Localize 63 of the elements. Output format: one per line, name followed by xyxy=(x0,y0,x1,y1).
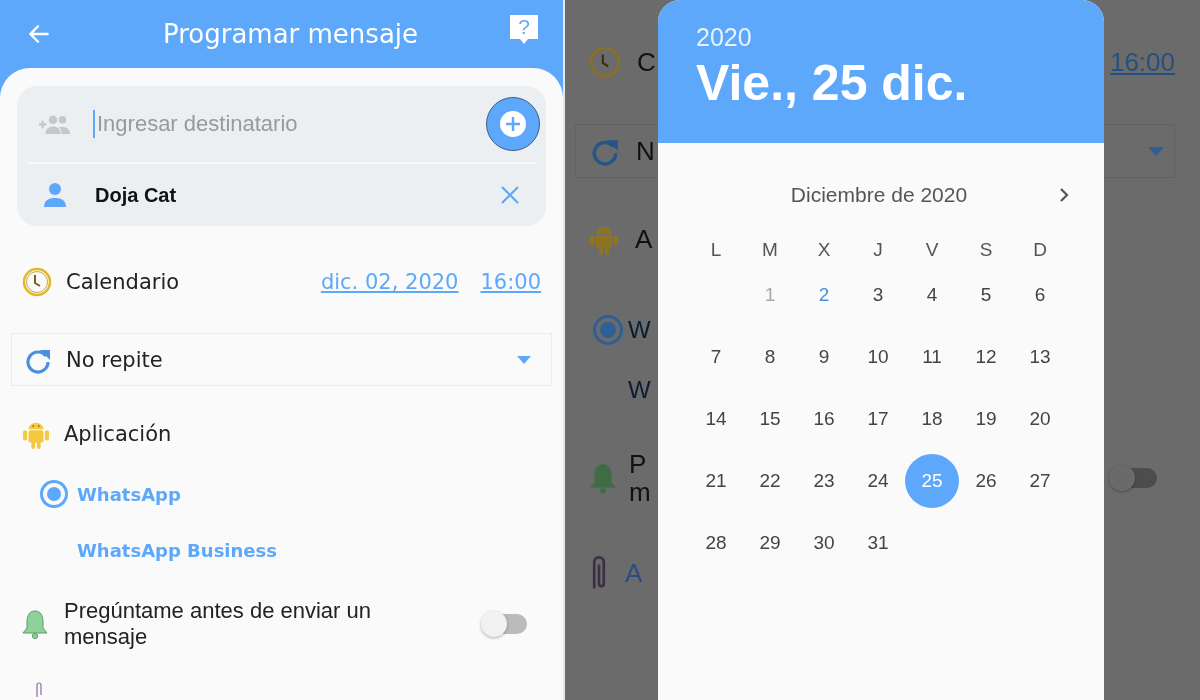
calendar-day[interactable]: 6 xyxy=(1013,268,1067,322)
add-recipient-button[interactable] xyxy=(486,97,540,151)
calendar-day[interactable]: 24 xyxy=(851,454,905,508)
calendar-day[interactable]: 16 xyxy=(797,392,851,446)
calendar-day[interactable]: 29 xyxy=(743,516,797,570)
confirm-label: Pregúntame antes de enviar un mensaje xyxy=(64,598,372,650)
calendar-day[interactable]: 26 xyxy=(959,454,1013,508)
calendar-day[interactable]: 8 xyxy=(743,330,797,384)
calendar-day[interactable]: 31 xyxy=(851,516,905,570)
weekday-label: L xyxy=(709,238,723,262)
caret-icon xyxy=(517,355,531,364)
calendar-day[interactable]: 12 xyxy=(959,330,1013,384)
next-month-icon[interactable] xyxy=(1059,187,1069,203)
plus-icon xyxy=(498,109,528,139)
calendar-day[interactable]: 3 xyxy=(851,268,905,322)
clock-icon xyxy=(589,46,621,78)
radio-button[interactable] xyxy=(593,315,623,345)
radio-button[interactable] xyxy=(40,480,68,508)
recipient-field[interactable]: Ingresar destinatario xyxy=(93,110,486,138)
repeat-dropdown[interactable]: No repite xyxy=(11,333,552,386)
weekday-label: D xyxy=(1032,238,1048,262)
bell-icon xyxy=(22,609,48,639)
calendar-day[interactable]: 20 xyxy=(1013,392,1067,446)
calendar-day[interactable]: 23 xyxy=(797,454,851,508)
calendar-day[interactable]: 27 xyxy=(1013,454,1067,508)
calendar-day[interactable]: 7 xyxy=(689,330,743,384)
calendar-day[interactable]: 11 xyxy=(905,330,959,384)
app-label: A xyxy=(635,223,653,255)
calendar-day[interactable]: 21 xyxy=(689,454,743,508)
screen-title: Programar mensaje xyxy=(161,19,420,49)
calendar-day[interactable]: 30 xyxy=(797,516,851,570)
weekday-label: J xyxy=(872,238,884,262)
weekday-label: X xyxy=(816,238,832,262)
month-title: Diciembre de 2020 xyxy=(790,183,968,207)
app-label: Aplicación xyxy=(64,422,173,446)
calendar-day[interactable]: 19 xyxy=(959,392,1013,446)
calendar-day[interactable]: 9 xyxy=(797,330,851,384)
person-icon xyxy=(43,182,67,208)
calendar-label: Calendario xyxy=(66,270,181,294)
calendar-day[interactable]: 15 xyxy=(743,392,797,446)
calendar-day[interactable]: 28 xyxy=(689,516,743,570)
calendar-day[interactable]: 4 xyxy=(905,268,959,322)
weekday-label: V xyxy=(924,238,940,262)
calendar-day[interactable]: 14 xyxy=(689,392,743,446)
confirm-label: m xyxy=(629,478,651,506)
calendar-day[interactable]: 10 xyxy=(851,330,905,384)
contact-name: Doja Cat xyxy=(95,183,178,207)
selected-date: Vie., 25 dic. xyxy=(696,54,969,112)
calendar-day[interactable]: 13 xyxy=(1013,330,1067,384)
weekday-label: M xyxy=(761,238,779,262)
confirm-label: P xyxy=(629,450,648,478)
calendar-day[interactable]: 18 xyxy=(905,392,959,446)
bell-icon xyxy=(589,462,617,494)
add-group-icon xyxy=(37,113,71,135)
calendar-day[interactable]: 22 xyxy=(743,454,797,508)
calendar-day[interactable]: 5 xyxy=(959,268,1013,322)
calendar-day[interactable]: 17 xyxy=(851,392,905,446)
attach-label: A xyxy=(625,557,643,589)
weekday-label: S xyxy=(978,238,994,262)
clock-icon xyxy=(22,267,52,297)
remove-icon[interactable] xyxy=(500,185,520,205)
caret-icon xyxy=(1148,146,1164,156)
calendar-label: C xyxy=(637,46,656,78)
